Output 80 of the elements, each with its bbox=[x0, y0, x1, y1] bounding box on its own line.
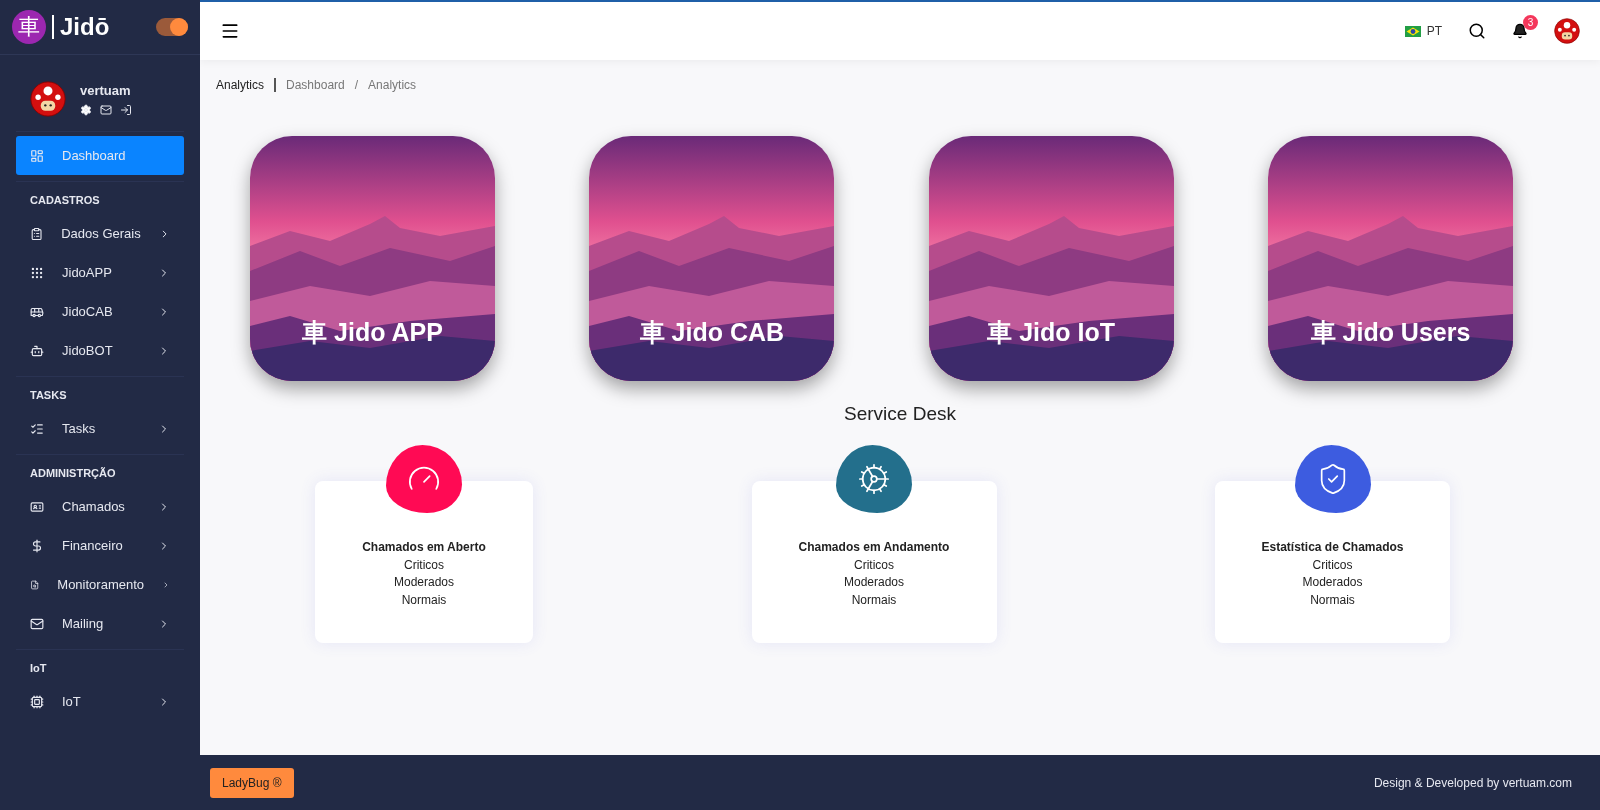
ladybug-button[interactable]: LadyBug ® bbox=[210, 767, 294, 798]
sidebar-item-label: Monitoramento bbox=[57, 577, 145, 592]
id-card-icon bbox=[30, 499, 44, 514]
breadcrumb-link[interactable]: Dashboard bbox=[286, 78, 345, 92]
service-card-line: Normais bbox=[401, 591, 447, 609]
sidebar-section-title: TASKS bbox=[29, 388, 68, 403]
app-tile-label: 車 Jido Users bbox=[1309, 317, 1472, 348]
sidebar-item-label: JidoBOT bbox=[62, 343, 114, 358]
service-card-line: Normais bbox=[851, 591, 897, 609]
service-card-line: Criticos bbox=[1312, 556, 1353, 574]
sidebar-section-title: CADASTROS bbox=[29, 193, 101, 208]
service-card-line: Moderados bbox=[393, 574, 454, 591]
sidebar-item[interactable]: Tasks bbox=[16, 409, 184, 448]
notification-count: 3 bbox=[1523, 15, 1538, 30]
sidebar-item-label: Chamados bbox=[62, 499, 126, 514]
sidebar-item[interactable]: Financeiro bbox=[16, 526, 184, 565]
app-tile-label: 車 Jido CAB bbox=[638, 317, 786, 348]
sidebar-section-title: ADMINISTRÇÃO bbox=[29, 466, 117, 481]
app-tile-label: 車 Jido IoT bbox=[986, 317, 1117, 348]
robot-icon bbox=[30, 343, 44, 358]
search-icon[interactable] bbox=[1468, 22, 1486, 40]
app-tile[interactable]: 車 Jido CAB bbox=[589, 136, 835, 381]
menu-icon[interactable] bbox=[220, 21, 240, 41]
sidebar-item-label: Dados Gerais bbox=[61, 226, 141, 241]
sidebar-item[interactable]: Chamados bbox=[16, 487, 184, 526]
sidebar-item-label: Mailing bbox=[62, 616, 105, 631]
language-label[interactable]: PT bbox=[1426, 24, 1442, 38]
flag-icon bbox=[1404, 25, 1421, 37]
app-tile[interactable]: 車 Jido IoT bbox=[928, 136, 1174, 381]
dashboard-icon bbox=[30, 148, 44, 163]
sidebar-item[interactable]: JidoAPP bbox=[16, 253, 184, 292]
user-name: vertuam bbox=[80, 82, 132, 98]
sidebar-section-title: IoT bbox=[29, 661, 48, 676]
sidebar-item[interactable]: Mailing bbox=[16, 604, 184, 643]
gear-icon bbox=[857, 462, 891, 496]
notification-bell-icon[interactable] bbox=[1512, 23, 1528, 39]
service-card-line: Criticos bbox=[854, 556, 894, 574]
grid-icon bbox=[30, 265, 44, 280]
user-avatar[interactable] bbox=[30, 81, 66, 117]
sidebar-item[interactable]: JidoCAB bbox=[16, 292, 184, 331]
list-icon bbox=[30, 421, 44, 436]
page-title: Analytics bbox=[216, 78, 277, 92]
service-card-line: Moderados bbox=[1302, 574, 1363, 591]
sidebar-item[interactable]: JidoBOT bbox=[16, 331, 184, 370]
sidebar-item-label: IoT bbox=[62, 694, 82, 709]
service-card-line: Criticos bbox=[404, 556, 444, 574]
logout-icon[interactable] bbox=[120, 103, 132, 116]
mail-icon bbox=[30, 616, 44, 631]
sidebar-item-label: JidoAPP bbox=[62, 265, 113, 280]
service-card[interactable]: Chamados em Andamento Criticos Moderados Normais bbox=[751, 481, 997, 643]
service-card[interactable]: Estatística de Chamados Criticos Moderados Normais bbox=[1215, 481, 1450, 643]
theme-toggle[interactable] bbox=[156, 18, 188, 36]
sidebar-item[interactable]: Dados Gerais bbox=[16, 214, 184, 253]
breadcrumb-separator: / bbox=[354, 78, 359, 92]
footer-credit: Design & Developed by vertuam.com bbox=[1373, 775, 1572, 790]
service-card-title: Chamados em Aberto bbox=[362, 539, 486, 556]
document-search-icon bbox=[30, 577, 40, 592]
service-card-title: Chamados em Andamento bbox=[798, 539, 950, 556]
service-card-line: Normais bbox=[1310, 591, 1355, 609]
app-tile[interactable]: 車 Jido APP bbox=[250, 136, 495, 381]
sidebar-item-label: Tasks bbox=[62, 421, 97, 436]
service-card-title: Estatística de Chamados bbox=[1261, 539, 1404, 556]
section-title: Service Desk bbox=[843, 403, 957, 425]
logo-badge: 車 bbox=[12, 10, 46, 44]
sidebar-item[interactable]: Monitoramento bbox=[16, 565, 184, 604]
dollar-icon bbox=[30, 538, 44, 553]
sidebar-item-label: JidoCAB bbox=[62, 304, 114, 319]
service-card[interactable]: Chamados em Aberto Criticos Moderados Normais bbox=[315, 481, 533, 643]
chip-icon bbox=[30, 694, 44, 709]
service-card-line: Moderados bbox=[843, 574, 904, 591]
profile-avatar[interactable] bbox=[1554, 18, 1580, 44]
app-tile[interactable]: 車 Jido Users bbox=[1268, 136, 1513, 381]
mail-icon[interactable] bbox=[100, 103, 112, 116]
app-tile-label: 車 Jido APP bbox=[301, 317, 444, 348]
sidebar-item[interactable]: IoT bbox=[16, 682, 184, 721]
brand-name: Jidō bbox=[60, 13, 111, 41]
settings-icon[interactable] bbox=[80, 103, 92, 116]
sidebar-item-label: Financeiro bbox=[62, 538, 124, 553]
clipboard-icon bbox=[30, 226, 44, 241]
sidebar-item-label: Dashboard bbox=[62, 148, 127, 163]
